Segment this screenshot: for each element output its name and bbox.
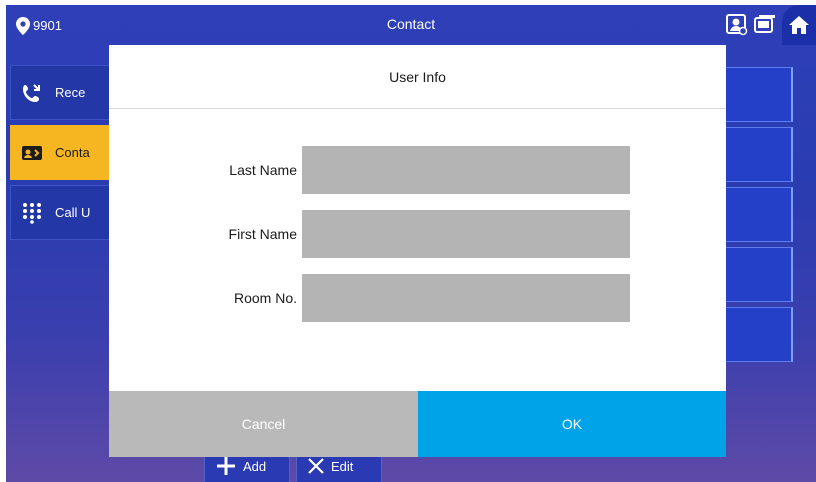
sidebar-item-label: Rece (55, 85, 86, 100)
contact-card-icon (22, 145, 42, 160)
sidebar-item-label: Conta (55, 145, 90, 160)
sidebar: Rece Conta Call U (10, 65, 125, 245)
sidebar-item-call-user[interactable]: Call U (10, 185, 125, 240)
first-name-input[interactable] (302, 210, 630, 258)
room-no-label: Room No. (233, 290, 297, 306)
call-log-icon (23, 83, 40, 102)
last-name-input[interactable] (302, 146, 630, 194)
ok-button[interactable]: OK (418, 391, 726, 457)
edit-button-label: Edit (331, 458, 354, 474)
page-title: Contact (386, 16, 436, 32)
dialpad-icon (23, 202, 41, 224)
home-icon (789, 16, 809, 34)
sidebar-item-label: Call U (55, 205, 91, 220)
list-item[interactable] (721, 127, 793, 182)
room-no-input[interactable] (302, 274, 630, 322)
contact-list (721, 67, 793, 367)
plus-icon (217, 457, 235, 475)
user-info-dialog: User Info Last Name First Name Room No. … (109, 45, 726, 457)
list-item[interactable] (721, 247, 793, 302)
last-name-row: Last Name (109, 146, 726, 194)
sidebar-item-recent[interactable]: Rece (10, 65, 125, 120)
header-bar: 9901 Contact (6, 5, 816, 45)
dialog-title: User Info (389, 69, 446, 85)
user-settings-icon[interactable] (726, 14, 748, 36)
close-icon (308, 458, 324, 474)
list-item[interactable] (721, 67, 793, 122)
add-button-label: Add (243, 458, 267, 474)
divider (109, 108, 726, 109)
room-no-row: Room No. (109, 274, 726, 322)
list-item[interactable] (721, 187, 793, 242)
cancel-button[interactable]: Cancel (109, 391, 418, 457)
last-name-label: Last Name (229, 162, 297, 178)
status-icons (720, 5, 816, 45)
monitor-icon[interactable] (754, 14, 776, 36)
sidebar-item-contact[interactable]: Conta (10, 125, 125, 180)
list-item[interactable] (721, 307, 793, 362)
first-name-label: First Name (228, 226, 297, 242)
home-button[interactable] (782, 5, 816, 45)
app-screen: 9901 Contact Rece Conta Call U Add Edit … (6, 5, 816, 482)
first-name-row: First Name (109, 210, 726, 258)
dialog-actions: Cancel OK (109, 391, 726, 457)
